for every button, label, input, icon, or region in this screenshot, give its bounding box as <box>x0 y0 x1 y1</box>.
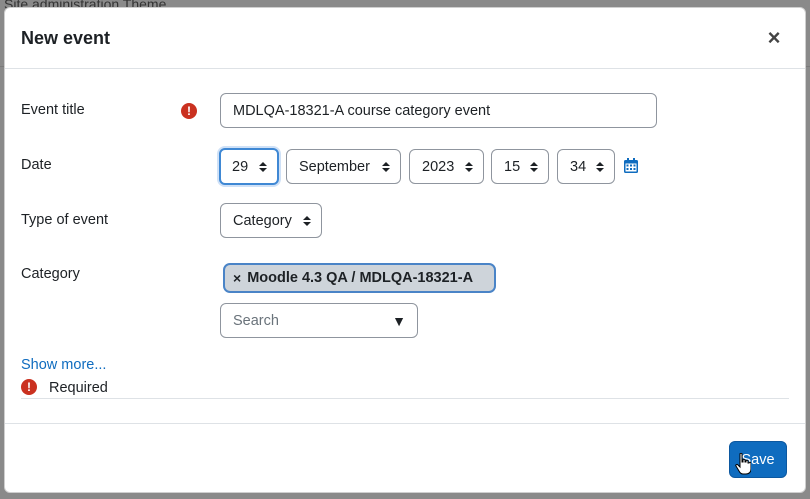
sort-arrows-icon <box>259 161 267 172</box>
dropdown-triangle-icon[interactable]: ▼ <box>392 313 406 329</box>
sort-arrows-icon <box>382 161 390 172</box>
day-select[interactable]: 29 <box>219 148 279 185</box>
sort-arrows-icon <box>596 161 604 172</box>
footer-divider <box>5 423 805 424</box>
month-value: September <box>299 158 370 175</box>
close-icon[interactable]: × <box>765 27 783 49</box>
exclamation-circle-icon: ! <box>181 103 197 119</box>
minute-select[interactable]: 34 <box>557 149 615 184</box>
type-of-event-select[interactable]: Category <box>220 203 322 238</box>
type-of-event-value: Category <box>233 212 292 229</box>
date-label: Date <box>21 157 52 173</box>
event-title-input[interactable]: MDLQA-18321-A course category event <box>220 93 657 128</box>
category-label: Category <box>21 266 80 282</box>
category-search-input[interactable]: Search ▼ <box>220 303 418 338</box>
new-event-modal: New event × Event title ! MDLQA-18321-A … <box>4 7 806 493</box>
selected-category-label: Moodle 4.3 QA / MDLQA-18321-A <box>247 270 474 286</box>
sort-arrows-icon <box>530 161 538 172</box>
month-select[interactable]: September <box>286 149 401 184</box>
show-more-link[interactable]: Show more... <box>21 357 106 373</box>
remove-tag-icon[interactable]: × <box>233 270 241 286</box>
minute-value: 34 <box>570 158 587 175</box>
sort-arrows-icon <box>303 215 311 226</box>
sort-arrows-icon <box>465 161 473 172</box>
type-of-event-label: Type of event <box>21 212 109 228</box>
hand-cursor-icon <box>735 453 751 475</box>
hour-value: 15 <box>504 158 521 175</box>
form-divider <box>21 398 789 399</box>
modal-header: New event × <box>5 8 805 69</box>
modal-title: New event <box>21 28 111 48</box>
day-value: 29 <box>232 158 249 175</box>
event-title-label: Event title <box>21 102 85 118</box>
exclamation-circle-icon: ! <box>21 379 37 395</box>
year-value: 2023 <box>422 158 455 175</box>
calendar-icon[interactable] <box>624 158 638 173</box>
search-placeholder: Search <box>233 312 279 329</box>
selected-category-tag[interactable]: × Moodle 4.3 QA / MDLQA-18321-A <box>223 263 496 293</box>
hour-select[interactable]: 15 <box>491 149 549 184</box>
required-legend: Required <box>49 380 108 396</box>
year-select[interactable]: 2023 <box>409 149 484 184</box>
